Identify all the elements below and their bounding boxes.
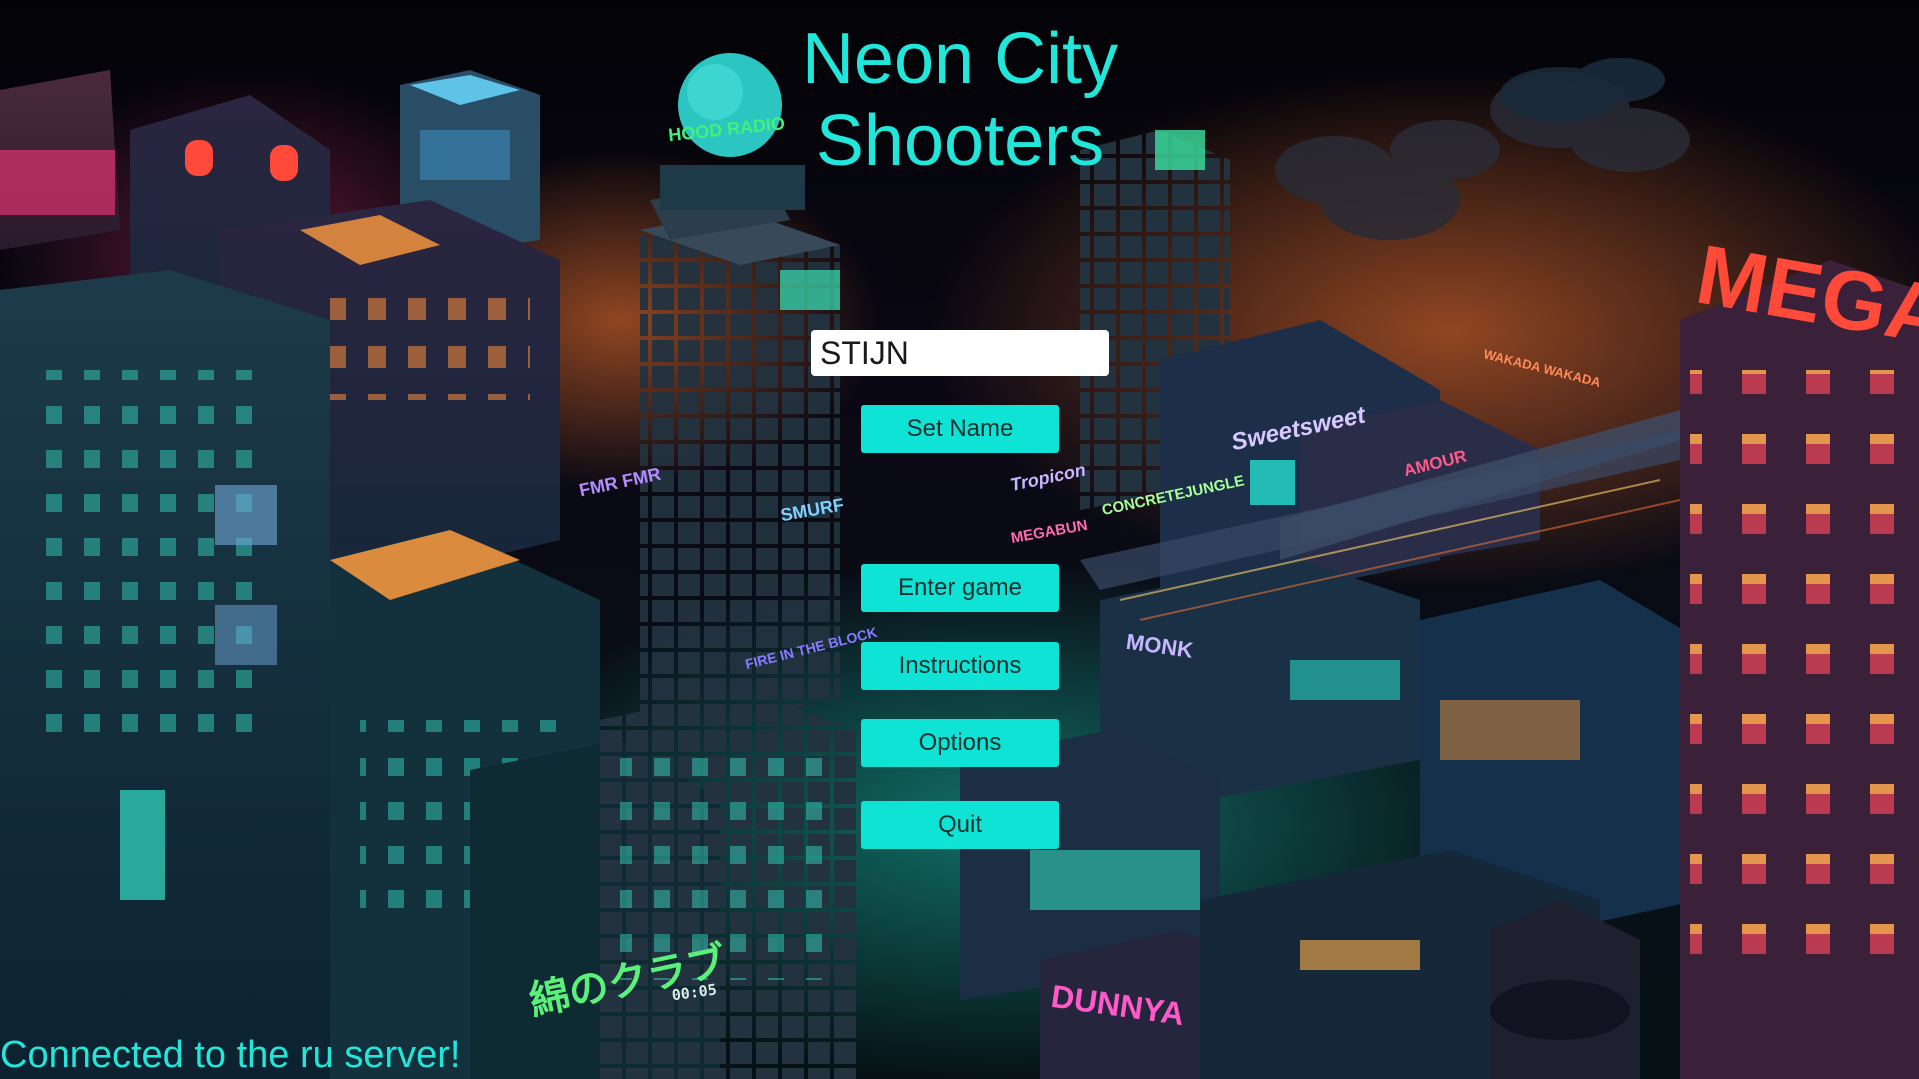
enter-game-button[interactable]: Enter game	[861, 564, 1059, 612]
game-title-line-2: Shooters	[815, 101, 1105, 181]
quit-button[interactable]: Quit	[861, 801, 1059, 849]
options-button[interactable]: Options	[861, 719, 1059, 767]
set-name-button[interactable]: Set Name	[861, 405, 1059, 453]
connection-status: Connected to the ru server!	[0, 1034, 461, 1076]
player-name-input[interactable]	[811, 330, 1109, 376]
instructions-button[interactable]: Instructions	[861, 642, 1059, 690]
game-title-line-1: Neon City	[801, 19, 1119, 99]
game-title: Neon City Shooters	[760, 18, 1160, 182]
